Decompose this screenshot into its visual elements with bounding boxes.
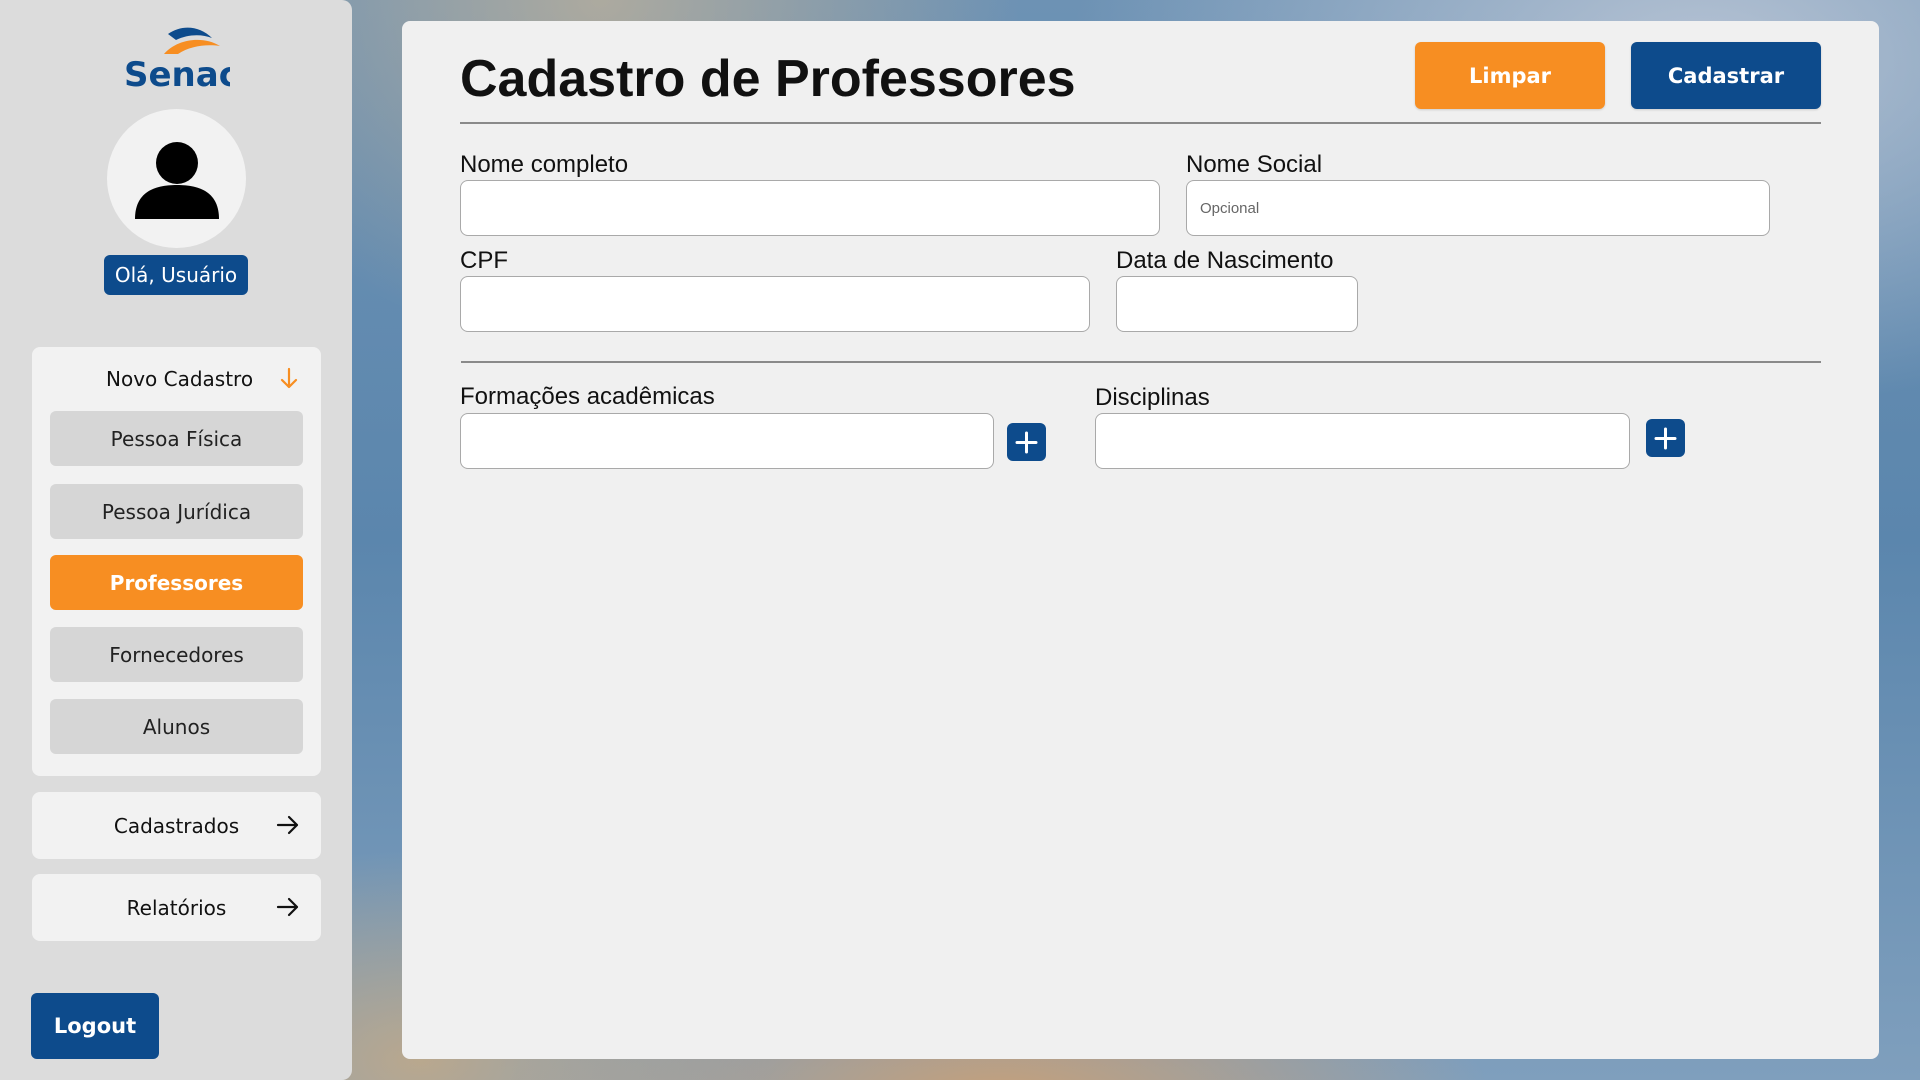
subjects-label: Disciplinas <box>1095 384 1210 411</box>
menu-item-pessoa-juridica[interactable]: Pessoa Jurídica <box>50 484 303 539</box>
birth-date-input[interactable] <box>1116 276 1358 332</box>
nav-registered[interactable]: Cadastrados <box>32 792 321 859</box>
register-button[interactable]: Cadastrar <box>1631 42 1821 109</box>
page-title: Cadastro de Professores <box>460 50 1076 108</box>
menu-item-fornecedores[interactable]: Fornecedores <box>50 627 303 682</box>
new-registration-toggle[interactable]: Novo Cadastro <box>32 361 321 397</box>
subjects-input[interactable] <box>1095 413 1630 469</box>
menu-item-professores[interactable]: Professores <box>50 555 303 610</box>
user-icon <box>135 142 219 219</box>
cpf-input[interactable] <box>460 276 1090 332</box>
nav-reports[interactable]: Relatórios <box>32 874 321 941</box>
add-education-button[interactable] <box>1007 423 1046 461</box>
logo-text: Senac <box>124 55 230 90</box>
clear-button[interactable]: Limpar <box>1415 42 1605 109</box>
social-name-input[interactable] <box>1186 180 1770 236</box>
birth-date-label: Data de Nascimento <box>1116 247 1334 274</box>
plus-icon <box>1654 427 1677 450</box>
section-divider <box>461 361 1821 363</box>
social-name-label: Nome Social <box>1186 151 1323 178</box>
education-label: Formações acadêmicas <box>460 383 715 410</box>
sidebar: Senac Olá, Usuário Novo Cadastro Pessoa … <box>0 0 352 1080</box>
cpf-label: CPF <box>460 247 508 274</box>
education-input[interactable] <box>460 413 994 469</box>
arrow-right-icon <box>276 896 300 922</box>
title-divider <box>460 122 1821 124</box>
avatar <box>107 109 246 248</box>
plus-icon <box>1015 431 1038 454</box>
arrow-right-icon <box>276 814 300 840</box>
menu-item-pessoa-fisica[interactable]: Pessoa Física <box>50 411 303 466</box>
main-panel: Cadastro de Professores Limpar Cadastrar… <box>402 21 1879 1059</box>
add-subject-button[interactable] <box>1646 419 1685 457</box>
full-name-input[interactable] <box>460 180 1160 236</box>
new-registration-label: Novo Cadastro <box>106 367 254 391</box>
logout-button[interactable]: Logout <box>31 993 159 1059</box>
full-name-label: Nome completo <box>460 151 629 178</box>
menu-item-alunos[interactable]: Alunos <box>50 699 303 754</box>
new-registration-menu: Novo Cadastro Pessoa Física Pessoa Juríd… <box>32 347 321 776</box>
senac-logo: Senac <box>120 24 230 90</box>
user-greeting: Olá, Usuário <box>104 255 248 295</box>
arrow-down-icon <box>279 367 299 395</box>
